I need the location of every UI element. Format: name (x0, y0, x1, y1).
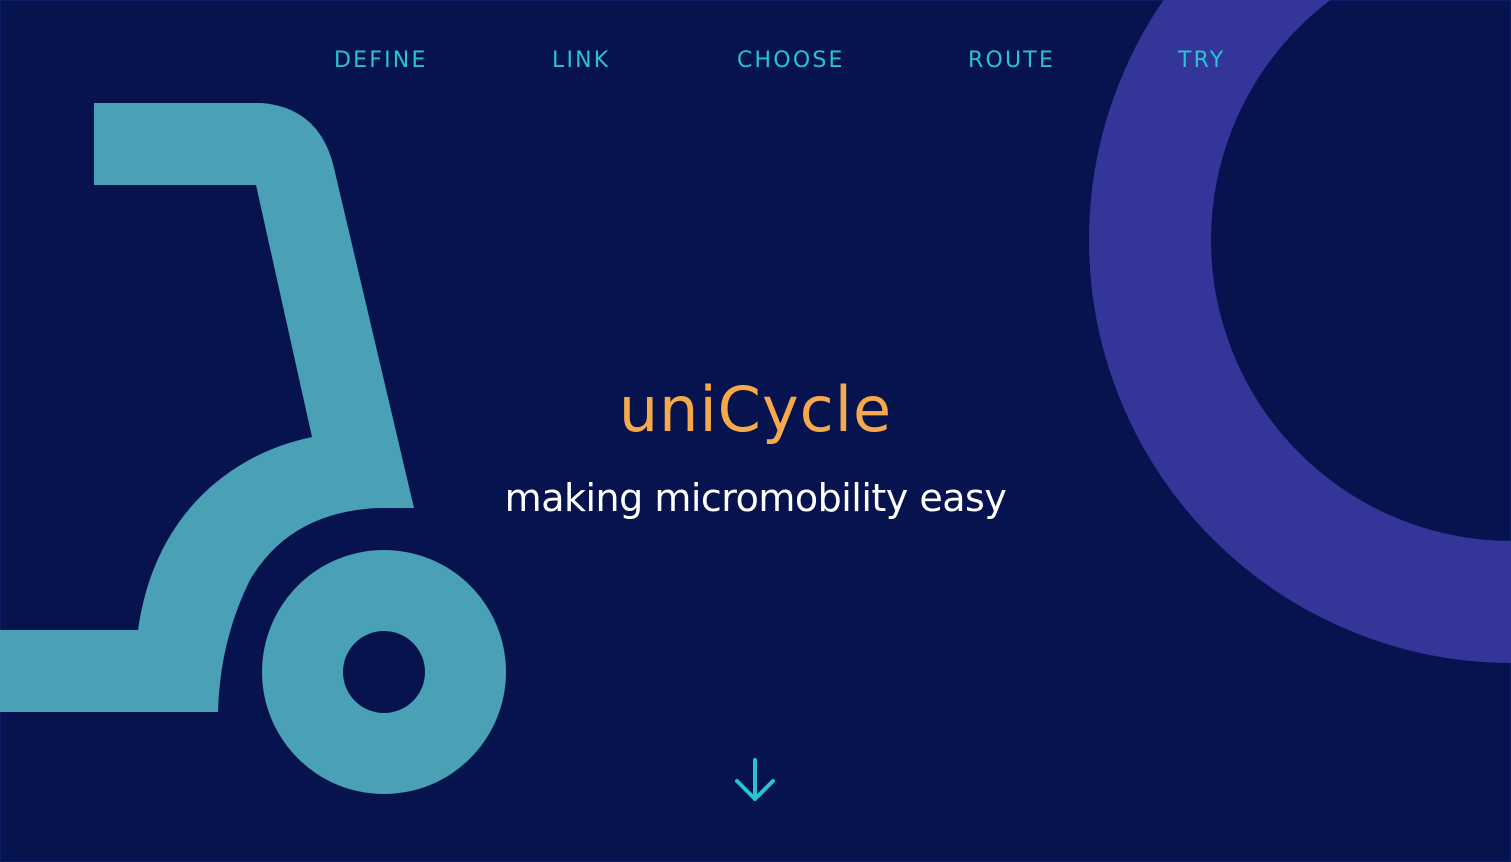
scooter-wheel-clip (506, 540, 536, 810)
hero-section: DEFINE LINK CHOOSE ROUTE TRY uniCycle ma… (0, 0, 1511, 862)
nav-choose[interactable]: CHOOSE (737, 45, 845, 77)
arrow-down-icon (735, 758, 775, 801)
scroll-down-button[interactable] (730, 756, 780, 806)
hero-tagline: making micromobility easy (504, 476, 1007, 520)
nav-link[interactable]: LINK (552, 45, 610, 77)
nav-try[interactable]: TRY (1178, 45, 1225, 77)
nav-define[interactable]: DEFINE (334, 45, 428, 77)
top-navigation: DEFINE LINK CHOOSE ROUTE TRY (0, 45, 1511, 77)
scooter-icon (0, 103, 536, 810)
scooter-wheel-hub (343, 631, 425, 713)
page-title: uniCycle (618, 373, 893, 446)
nav-route[interactable]: ROUTE (968, 45, 1055, 77)
